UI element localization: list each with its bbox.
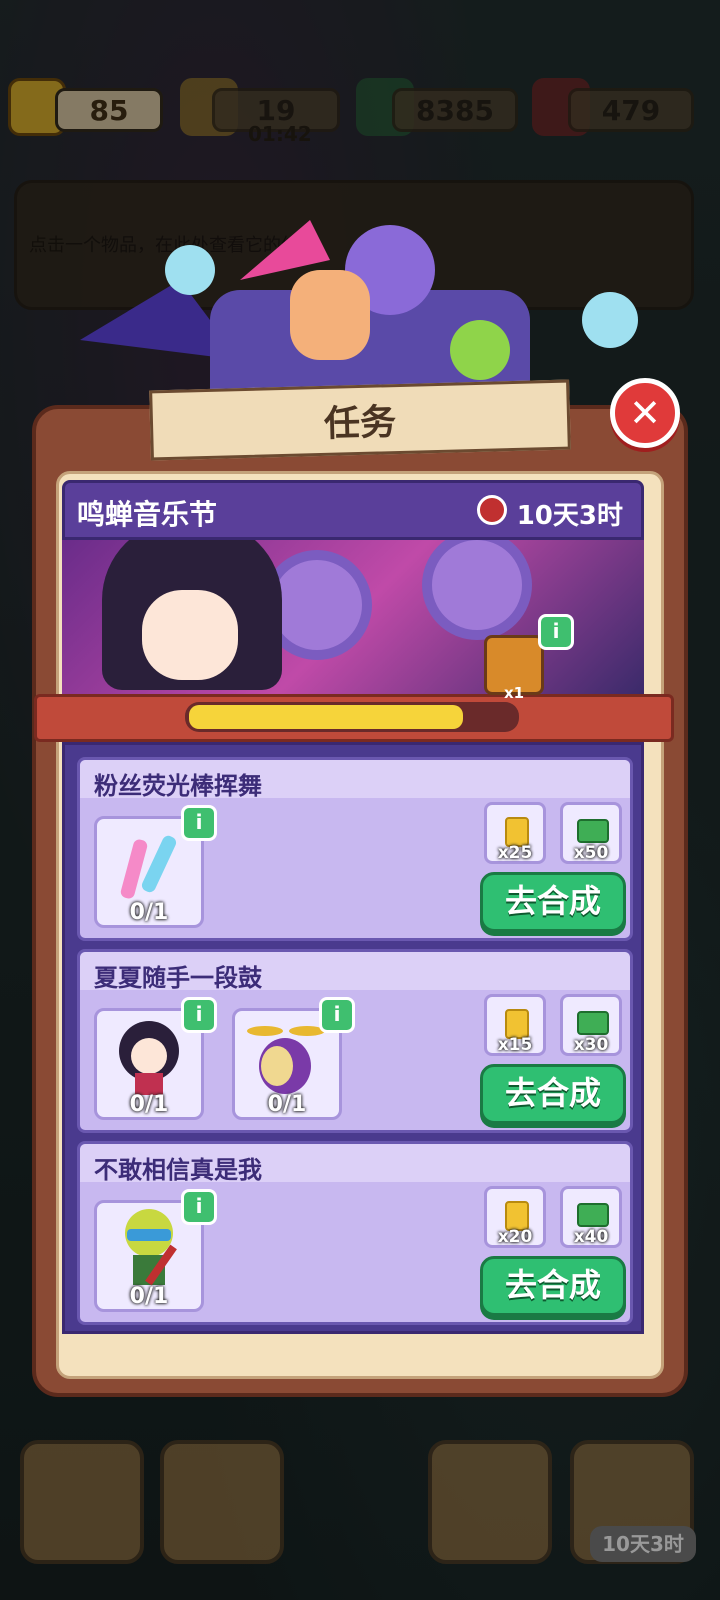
task-card: 不敢相信真是我 i 0/1 x20 x40 去合成	[77, 1141, 633, 1325]
back-button[interactable]	[20, 1440, 144, 1564]
shop-button[interactable]	[428, 1440, 552, 1564]
task-title: 夏夏随手一段鼓	[80, 952, 630, 992]
cash-reward-amount: x50	[573, 843, 609, 863]
item-info-button[interactable]: i	[319, 997, 355, 1033]
task-card: 粉丝荧光棒挥舞 i 0/1 x25 x50 去合成	[77, 757, 633, 941]
ticket-reward: x20	[484, 1186, 546, 1248]
ticket-reward-amount: x25	[497, 843, 533, 863]
clock-icon	[477, 495, 507, 525]
item-info-button[interactable]: i	[181, 1189, 217, 1225]
close-icon: ✕	[629, 391, 661, 435]
singer-girl-face	[142, 590, 238, 680]
cash-icon	[577, 1011, 609, 1035]
event-name: 鸣蝉音乐节	[77, 498, 218, 531]
event-progress-fill	[189, 705, 463, 729]
item-count: 0/1	[129, 1092, 169, 1117]
close-button[interactable]: ✕	[610, 378, 680, 448]
cash-reward: x50	[560, 802, 622, 864]
item-info-button[interactable]: i	[181, 805, 217, 841]
event-progress-bar	[185, 702, 519, 732]
item-count: 0/1	[129, 900, 169, 925]
task-title: 不敢相信真是我	[80, 1144, 630, 1184]
go-merge-button[interactable]: 去合成	[480, 872, 626, 932]
go-merge-button[interactable]: 去合成	[480, 1256, 626, 1316]
task-title: 粉丝荧光棒挥舞	[80, 760, 630, 800]
chest-count: x1	[504, 684, 525, 702]
go-merge-button[interactable]: 去合成	[480, 1064, 626, 1124]
panel-title-banner: 任务	[149, 379, 571, 461]
chest-info-button[interactable]: i	[538, 614, 574, 650]
ticket-reward: x25	[484, 802, 546, 864]
required-item-slot[interactable]: i 0/1	[94, 1189, 217, 1312]
item-count: 0/1	[267, 1092, 307, 1117]
event-header: 鸣蝉音乐节 10天3时	[62, 480, 644, 540]
cash-reward-amount: x30	[573, 1035, 609, 1055]
cash-icon	[577, 1203, 609, 1227]
item-count: 0/1	[129, 1284, 169, 1309]
item-info-button[interactable]: i	[181, 997, 217, 1033]
task-list[interactable]: 粉丝荧光棒挥舞 i 0/1 x25 x50 去合成 夏夏随手一段鼓 i 0/1 …	[62, 742, 644, 1334]
bottom-event-timer: 10天3时	[590, 1526, 696, 1562]
required-item-slot[interactable]: i 0/1	[94, 805, 217, 928]
panel-title: 任务	[323, 402, 397, 445]
cash-icon	[577, 819, 609, 843]
required-item-slot[interactable]: i 0/1	[232, 997, 355, 1120]
required-item-slot[interactable]: i 0/1	[94, 997, 217, 1120]
ticket-reward-amount: x15	[497, 1035, 533, 1055]
inventory-button[interactable]	[160, 1440, 284, 1564]
ticket-reward: x15	[484, 994, 546, 1056]
ticket-reward-amount: x20	[497, 1227, 533, 1247]
task-card: 夏夏随手一段鼓 i 0/1 i 0/1 x15 x30 去合成	[77, 949, 633, 1133]
cash-reward: x40	[560, 1186, 622, 1248]
event-time-left: 10天3时	[516, 501, 623, 531]
speaker-icon	[422, 540, 532, 640]
cash-reward: x30	[560, 994, 622, 1056]
cash-reward-amount: x40	[573, 1227, 609, 1247]
